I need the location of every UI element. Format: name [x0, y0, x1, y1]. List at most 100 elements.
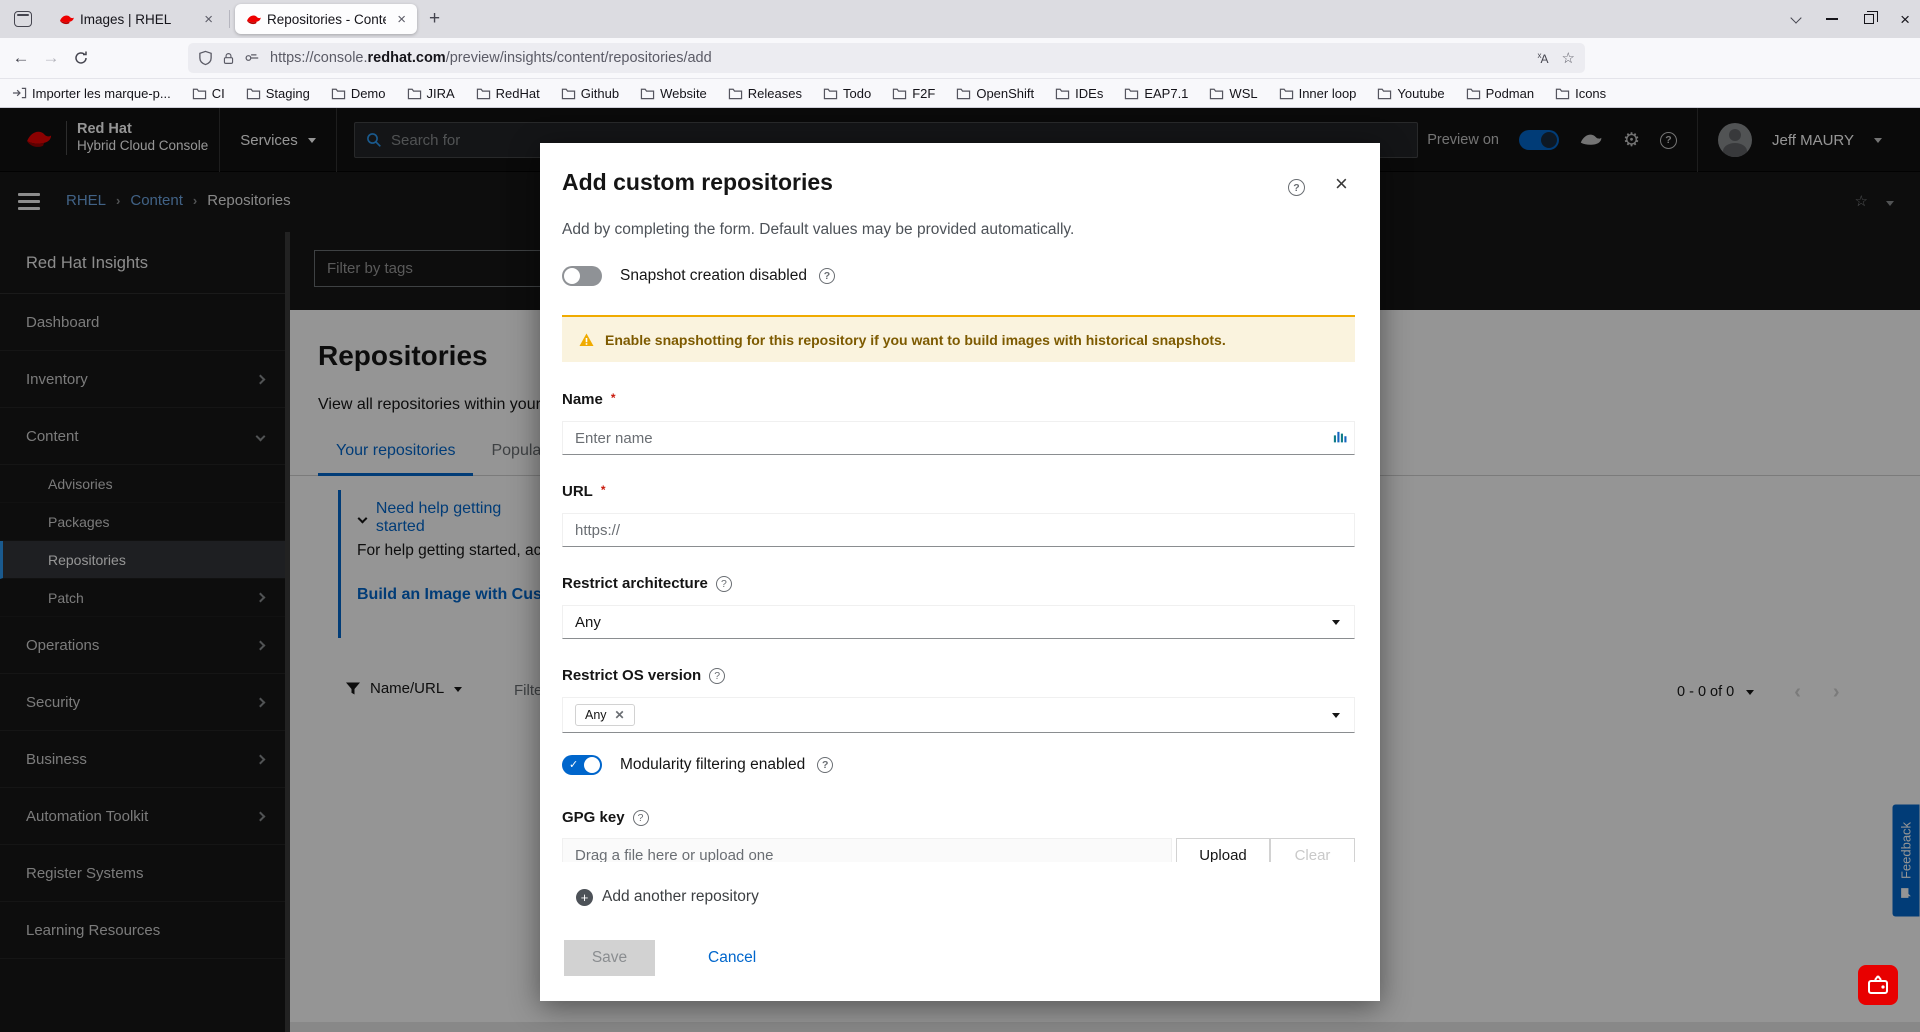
snapshot-toggle-label: Snapshot creation disabled	[620, 267, 807, 285]
architecture-select[interactable]: Any	[562, 605, 1355, 639]
bookmark-item[interactable]: Icons	[1555, 86, 1606, 101]
folder-icon	[1466, 86, 1481, 100]
snapshot-help-icon[interactable]: ?	[819, 268, 835, 284]
bookmark-item[interactable]: WSL	[1209, 86, 1257, 101]
chip-remove-icon[interactable]: ✕	[615, 708, 625, 722]
warning-alert-text: Enable snapshotting for this repository …	[605, 332, 1226, 348]
bookmark-item[interactable]: F2F	[892, 86, 935, 101]
url-text: https://console.redhat.com/preview/insig…	[270, 50, 1538, 66]
modal-description: Add by completing the form. Default valu…	[562, 221, 1074, 239]
back-icon[interactable]: ←	[6, 48, 36, 68]
add-another-repository-button[interactable]: + Add another repository	[576, 888, 759, 906]
save-button[interactable]: Save	[564, 940, 655, 976]
bookmarks-bar: Importer les marque-p... CI Staging Demo…	[0, 78, 1920, 108]
bookmark-label: Todo	[843, 86, 871, 101]
bookmark-item[interactable]: Releases	[728, 86, 802, 101]
bookmark-item[interactable]: Podman	[1466, 86, 1534, 101]
extension-autofill-icon[interactable]	[1333, 429, 1347, 447]
gpg-help-icon[interactable]: ?	[633, 810, 649, 826]
modal-help-icon[interactable]: ?	[1288, 179, 1305, 196]
bookmark-item[interactable]: CI	[192, 86, 225, 101]
window-minimize-icon[interactable]	[1826, 18, 1838, 20]
lock-icon[interactable]	[222, 51, 235, 66]
url-input[interactable]	[562, 513, 1355, 547]
restrict-architecture-label: Restrict architecture ?	[562, 575, 732, 592]
reload-icon[interactable]	[66, 50, 96, 66]
bookmark-label: CI	[212, 86, 225, 101]
folder-icon	[1279, 86, 1294, 100]
browser-tab-repositories[interactable]: Repositories - Content | RHEL ×	[235, 4, 417, 34]
bookmark-label: RedHat	[496, 86, 540, 101]
folder-icon	[640, 86, 655, 100]
translate-icon[interactable]: xA	[1538, 51, 1548, 66]
modal-title: Add custom repositories	[562, 169, 833, 196]
os-version-select[interactable]: Any ✕	[562, 697, 1355, 733]
bookmark-item[interactable]: Website	[640, 86, 707, 101]
modularity-toggle-row: ✓ Modularity filtering enabled ?	[562, 755, 833, 775]
gpg-key-label: GPG key ?	[562, 809, 649, 826]
architecture-help-icon[interactable]: ?	[716, 576, 732, 592]
tab-close-icon[interactable]: ×	[394, 11, 409, 28]
os-chip-label: Any	[585, 708, 607, 722]
browser-tab-images[interactable]: Images | RHEL ×	[48, 4, 224, 34]
folder-icon	[1209, 86, 1224, 100]
bookmark-label: Releases	[748, 86, 802, 101]
os-help-icon[interactable]: ?	[709, 668, 725, 684]
bookmark-item[interactable]: Youtube	[1377, 86, 1444, 101]
warning-triangle-icon	[578, 332, 595, 348]
bookmark-item[interactable]: IDEs	[1055, 86, 1103, 101]
folder-icon	[1055, 86, 1070, 100]
bookmark-label: Github	[581, 86, 619, 101]
url-bar[interactable]: https://console.redhat.com/preview/insig…	[188, 43, 1585, 73]
url-label: URL*	[562, 483, 606, 500]
bookmark-item[interactable]: Github	[561, 86, 619, 101]
name-input[interactable]	[562, 421, 1355, 455]
folder-icon	[956, 86, 971, 100]
permissions-icon[interactable]	[244, 51, 260, 65]
bookmark-item[interactable]: EAP7.1	[1124, 86, 1188, 101]
snapshot-toggle[interactable]	[562, 266, 602, 286]
list-all-tabs-icon[interactable]	[1790, 12, 1801, 23]
folder-icon	[728, 86, 743, 100]
tab-close-icon[interactable]: ×	[201, 11, 216, 28]
bookmark-item[interactable]: OpenShift	[956, 86, 1034, 101]
shield-icon[interactable]	[198, 50, 213, 66]
os-chip: Any ✕	[575, 704, 635, 726]
bookmark-star-icon[interactable]: ☆	[1562, 49, 1575, 67]
bookmark-item[interactable]: JIRA	[407, 86, 455, 101]
folder-icon	[192, 86, 207, 100]
folder-icon	[1124, 86, 1139, 100]
window-close-icon[interactable]: ×	[1900, 11, 1910, 28]
clear-button[interactable]: Clear	[1270, 838, 1355, 862]
folder-icon	[476, 86, 491, 100]
modularity-toggle[interactable]: ✓	[562, 755, 602, 775]
bookmark-label: IDEs	[1075, 86, 1103, 101]
tab-title: Images | RHEL	[80, 12, 193, 27]
window-restore-icon[interactable]	[1864, 14, 1874, 24]
select-caret-icon	[1332, 713, 1340, 722]
bookmark-label: Inner loop	[1299, 86, 1357, 101]
select-caret-icon	[1332, 620, 1340, 629]
modularity-help-icon[interactable]: ?	[817, 757, 833, 773]
bookmark-label: Demo	[351, 86, 386, 101]
bookmark-item[interactable]: Demo	[331, 86, 386, 101]
tv-icon	[1866, 974, 1890, 996]
bookmark-item[interactable]: RedHat	[476, 86, 540, 101]
gpg-file-dropzone[interactable]: Drag a file here or upload one	[562, 838, 1172, 862]
firefox-view-icon[interactable]	[14, 11, 32, 27]
upload-button[interactable]: Upload	[1176, 838, 1270, 862]
screen-recorder-widget[interactable]	[1858, 965, 1898, 1005]
cancel-button[interactable]: Cancel	[708, 949, 756, 967]
redhat-favicon	[58, 11, 74, 27]
bookmark-item[interactable]: Inner loop	[1279, 86, 1357, 101]
bookmark-item[interactable]: Staging	[246, 86, 310, 101]
import-bookmarks-button[interactable]: Importer les marque-p...	[12, 86, 171, 101]
forward-icon[interactable]: →	[36, 48, 66, 68]
bookmark-item[interactable]: Todo	[823, 86, 871, 101]
warning-alert: Enable snapshotting for this repository …	[562, 315, 1355, 362]
modal-close-icon[interactable]: ×	[1335, 171, 1348, 197]
new-tab-button[interactable]: +	[419, 8, 450, 30]
folder-icon	[331, 86, 346, 100]
navigation-toolbar: ← → https://console.redhat.com/preview/i…	[0, 38, 1920, 78]
folder-icon	[892, 86, 907, 100]
